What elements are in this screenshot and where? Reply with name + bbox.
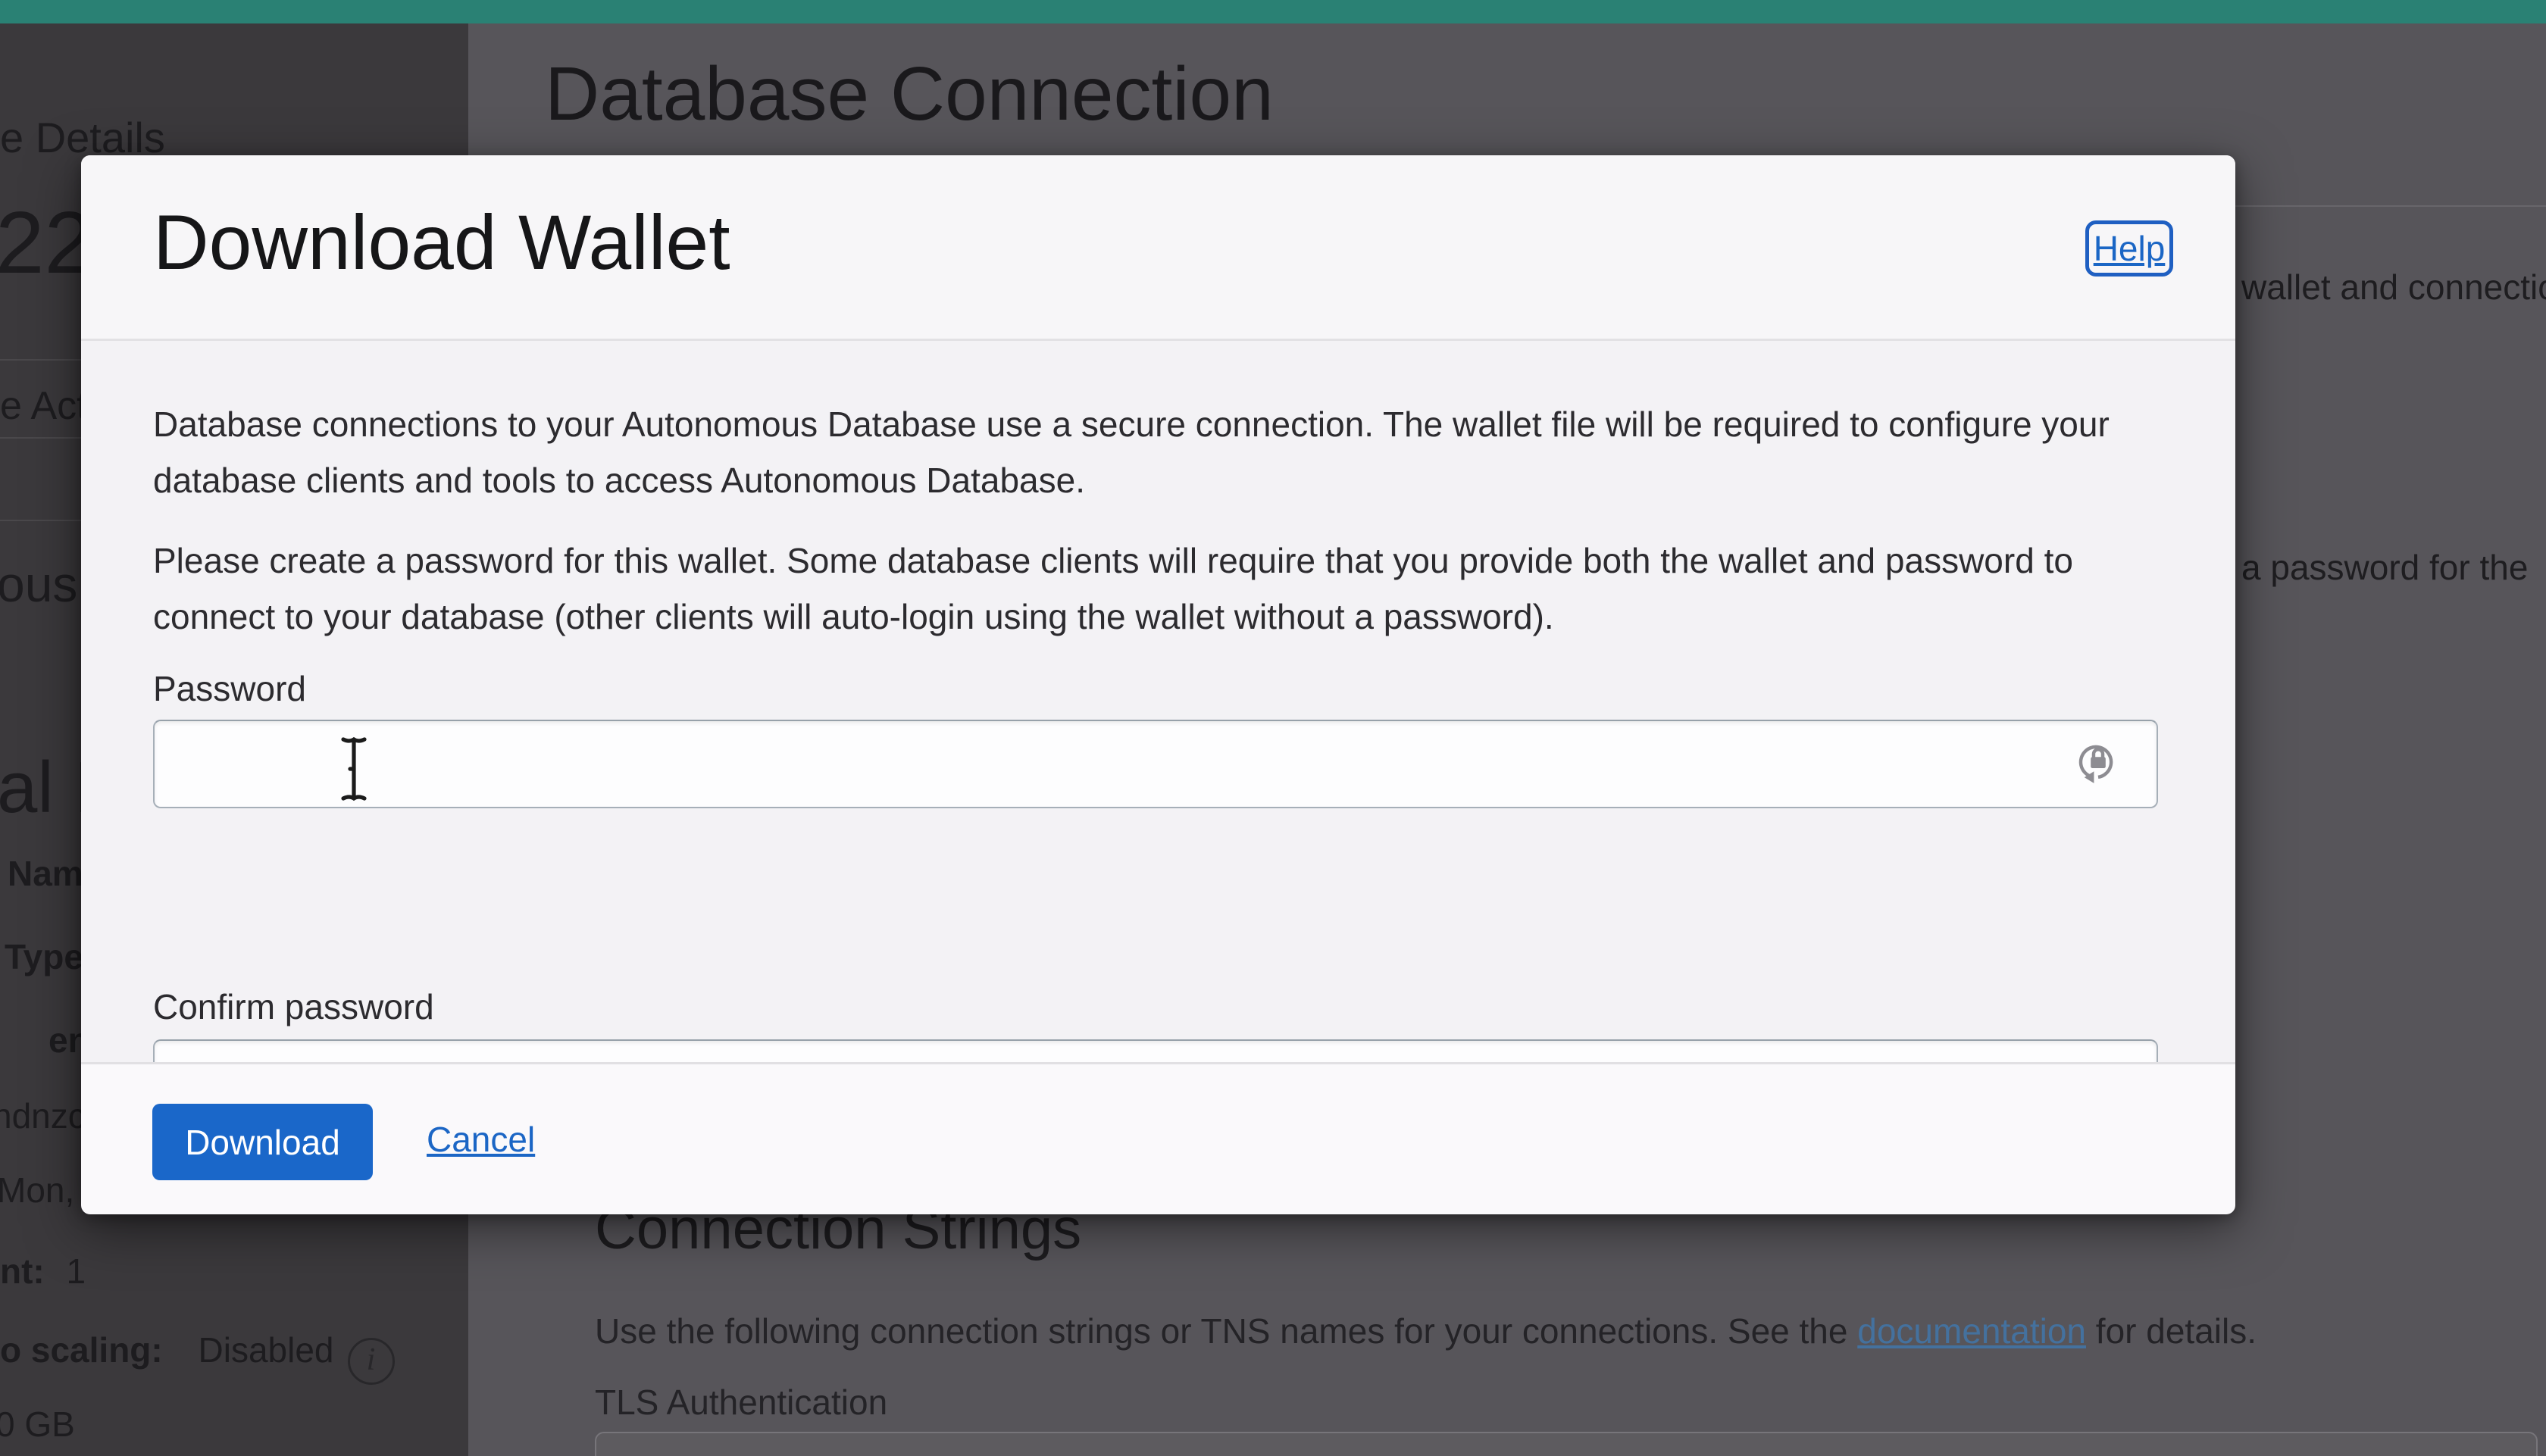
auto-scaling-label-fragment: o scaling: <box>0 1330 163 1370</box>
password-label: Password <box>153 669 306 708</box>
dialog-footer: Download Cancel <box>81 1062 2235 1214</box>
lock-reset-icon[interactable] <box>2078 740 2119 784</box>
download-wallet-dialog: Download Wallet Help Database connection… <box>81 155 2235 1214</box>
paragraph-prefix: Use the following connection strings or … <box>595 1311 1858 1351</box>
sidebar-storage-fragment: 0 GB <box>0 1404 75 1444</box>
download-button[interactable]: Download <box>152 1104 373 1180</box>
wallet-description-paragraph: Database connections to your Autonomous … <box>153 405 2110 500</box>
confirm-password-label: Confirm password <box>153 987 434 1026</box>
screen: e Details 220 e Act ous al I Nam Type en… <box>0 0 2546 1456</box>
ocpu-count-label-fragment: nt: <box>0 1251 45 1291</box>
text-cursor-pointer <box>341 736 367 801</box>
tls-authentication-label: TLS Authentication <box>595 1383 888 1422</box>
password-instructions-paragraph: Please create a password for this wallet… <box>153 541 2073 636</box>
sidebar-more-actions-fragment[interactable]: e Act <box>0 383 88 429</box>
info-icon[interactable]: i <box>347 1338 395 1385</box>
documentation-link[interactable]: documentation <box>1857 1311 2086 1351</box>
page-title: Database Connection <box>545 52 1274 136</box>
sidebar-name-label-fragment: Nam <box>8 854 83 893</box>
top-nav-bar <box>0 0 2546 23</box>
connection-strings-paragraph: Use the following connection strings or … <box>595 1309 2257 1353</box>
cancel-link[interactable]: Cancel <box>427 1119 535 1160</box>
help-link-label[interactable]: Help <box>2094 228 2166 269</box>
sidebar-auto-scaling-row: o scaling: Disabled i <box>0 1329 395 1385</box>
sidebar-autonomous-fragment: ous <box>0 556 78 612</box>
sidebar-ocid-fragment: ndnzc <box>0 1096 86 1136</box>
clipped-paragraph-text: a password for the <box>2241 548 2529 587</box>
dialog-header: Download Wallet Help <box>81 155 2235 341</box>
paragraph-suffix: for details. <box>2086 1311 2257 1351</box>
dialog-body: Database connections to your Autonomous … <box>81 341 2235 1128</box>
help-button[interactable]: Help <box>2085 220 2173 277</box>
clipped-banner-text: wallet and connectio <box>2241 267 2546 307</box>
ocpu-count-value: 1 <box>66 1251 86 1291</box>
auto-scaling-value: Disabled <box>198 1330 334 1370</box>
sidebar-general-information-fragment: al I <box>0 747 95 828</box>
dialog-title: Download Wallet <box>153 199 730 286</box>
password-input[interactable] <box>153 720 2158 808</box>
sidebar-type-label-fragment: Type <box>5 937 83 976</box>
sidebar-ocpu-count-row: nt: 1 <box>0 1251 86 1292</box>
tls-connection-string-box[interactable] <box>595 1432 2538 1456</box>
